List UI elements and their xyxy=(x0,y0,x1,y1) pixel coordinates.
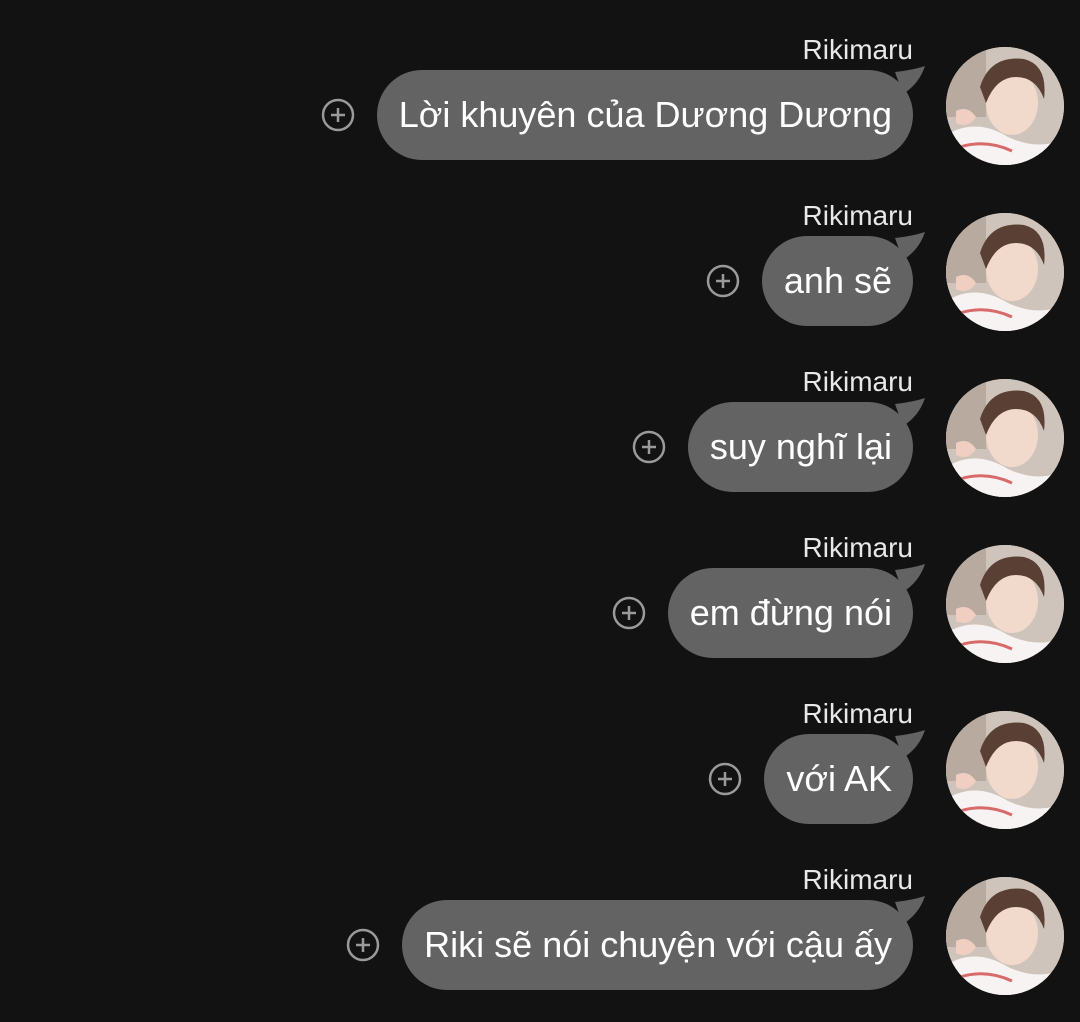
add-reaction-button[interactable] xyxy=(612,596,646,630)
chat-thread: Rikimaru Lời khuyên của Dương Dương Riki… xyxy=(0,0,1080,1003)
avatar-image xyxy=(946,545,1064,663)
add-reaction-button[interactable] xyxy=(632,430,666,464)
message-text: với AK xyxy=(764,734,913,824)
sender-name: Rikimaru xyxy=(802,34,913,65)
message-text: Riki sẽ nói chuyện với cậu ấy xyxy=(402,900,913,990)
add-reaction-button[interactable] xyxy=(346,928,380,962)
add-circle-icon xyxy=(706,264,740,298)
message-group: Rikimaru suy nghĩ lại xyxy=(0,358,1080,524)
avatar[interactable] xyxy=(946,877,1064,995)
message-group: Rikimaru em đừng nói xyxy=(0,524,1080,690)
sender-name: Rikimaru xyxy=(802,200,913,231)
message-row: suy nghĩ lại xyxy=(632,398,925,492)
sender-name: Rikimaru xyxy=(802,698,913,729)
add-circle-icon xyxy=(632,430,666,464)
sender-name: Rikimaru xyxy=(802,532,913,563)
avatar-image xyxy=(946,47,1064,165)
message-bubble[interactable]: suy nghĩ lại xyxy=(687,398,925,492)
add-circle-icon xyxy=(612,596,646,630)
avatar[interactable] xyxy=(946,213,1064,331)
add-circle-icon xyxy=(709,762,742,796)
message-row: em đừng nói xyxy=(612,564,925,658)
add-reaction-button[interactable] xyxy=(321,98,355,132)
sender-name: Rikimaru xyxy=(802,864,913,895)
message-bubble[interactable]: em đừng nói xyxy=(667,564,925,658)
add-circle-icon xyxy=(321,98,354,132)
add-circle-icon xyxy=(346,928,380,962)
message-bubble[interactable]: anh sẽ xyxy=(761,232,925,326)
avatar[interactable] xyxy=(946,545,1064,663)
message-bubble[interactable]: Lời khuyên của Dương Dương xyxy=(376,66,925,160)
message-text: Lời khuyên của Dương Dương xyxy=(376,70,913,160)
message-bubble[interactable]: với AK xyxy=(764,730,925,824)
avatar-image xyxy=(946,213,1064,331)
add-reaction-button[interactable] xyxy=(708,762,742,796)
message-text: suy nghĩ lại xyxy=(687,402,913,492)
message-row: Riki sẽ nói chuyện với cậu ấy xyxy=(346,896,925,990)
sender-name: Rikimaru xyxy=(802,366,913,397)
avatar-image xyxy=(946,379,1064,497)
add-reaction-button[interactable] xyxy=(706,264,740,298)
message-row: anh sẽ xyxy=(706,232,925,326)
message-row: Lời khuyên của Dương Dương xyxy=(321,66,925,160)
message-group: Rikimaru Lời khuyên của Dương Dương xyxy=(0,26,1080,192)
avatar-image xyxy=(946,877,1064,995)
avatar[interactable] xyxy=(946,379,1064,497)
message-group: Rikimaru Riki sẽ nói chuyện với cậu ấy xyxy=(0,856,1080,1022)
message-bubble[interactable]: Riki sẽ nói chuyện với cậu ấy xyxy=(402,896,925,990)
message-text: em đừng nói xyxy=(667,568,913,658)
avatar-image xyxy=(946,711,1064,829)
message-group: Rikimaru với AK xyxy=(0,690,1080,856)
message-row: với AK xyxy=(708,730,925,824)
message-group: Rikimaru anh sẽ xyxy=(0,192,1080,358)
avatar[interactable] xyxy=(946,47,1064,165)
message-text: anh sẽ xyxy=(761,236,913,326)
avatar[interactable] xyxy=(946,711,1064,829)
